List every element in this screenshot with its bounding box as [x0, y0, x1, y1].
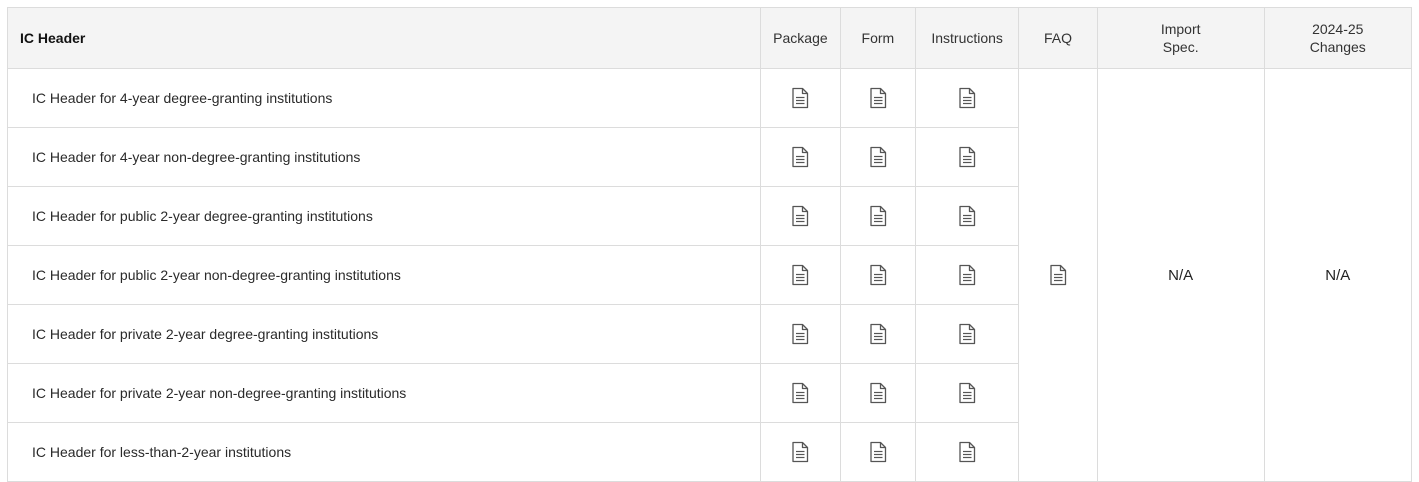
row-label: IC Header for public 2-year degree-grant…: [6, 186, 762, 246]
instructions-document-icon[interactable]: [958, 205, 976, 227]
package-document-icon[interactable]: [791, 382, 809, 404]
ic-header-forms-table: IC Header Package Form Instructions FAQ …: [6, 7, 1413, 482]
form-document-icon[interactable]: [869, 441, 887, 463]
instructions-cell: [914, 422, 1020, 482]
form-cell: [839, 186, 917, 246]
form-document-icon[interactable]: [869, 87, 887, 109]
import-spec-value: N/A: [1096, 68, 1265, 482]
package-cell: [760, 304, 841, 364]
form-cell: [839, 245, 917, 305]
package-document-icon[interactable]: [791, 441, 809, 463]
instructions-cell: [914, 68, 1020, 128]
form-cell: [839, 363, 917, 423]
package-document-icon[interactable]: [791, 323, 809, 345]
column-header-changes: 2024-25 Changes: [1263, 7, 1413, 69]
package-cell: [760, 363, 841, 423]
table-row: IC Header for 4-year degree-granting ins…: [6, 68, 1413, 482]
package-document-icon[interactable]: [791, 264, 809, 286]
form-document-icon[interactable]: [869, 146, 887, 168]
instructions-cell: [914, 363, 1020, 423]
form-cell: [839, 422, 917, 482]
column-header-package: Package: [760, 7, 841, 69]
instructions-cell: [914, 186, 1020, 246]
row-label: IC Header for private 2-year degree-gran…: [6, 304, 762, 364]
form-document-icon[interactable]: [869, 382, 887, 404]
row-label: IC Header for 4-year degree-granting ins…: [6, 68, 762, 128]
form-document-icon[interactable]: [869, 323, 887, 345]
column-header-form: Form: [839, 7, 917, 69]
form-cell: [839, 127, 917, 187]
instructions-document-icon[interactable]: [958, 87, 976, 109]
package-cell: [760, 68, 841, 128]
instructions-document-icon[interactable]: [958, 441, 976, 463]
column-header-instructions: Instructions: [914, 7, 1020, 69]
package-document-icon[interactable]: [791, 146, 809, 168]
package-cell: [760, 422, 841, 482]
form-document-icon[interactable]: [869, 264, 887, 286]
row-label: IC Header for less-than-2-year instituti…: [6, 422, 762, 482]
column-header-import-spec: Import Spec.: [1096, 7, 1265, 69]
row-label: IC Header for private 2-year non-degree-…: [6, 363, 762, 423]
row-label: IC Header for public 2-year non-degree-g…: [6, 245, 762, 305]
instructions-document-icon[interactable]: [958, 264, 976, 286]
package-document-icon[interactable]: [791, 205, 809, 227]
form-cell: [839, 304, 917, 364]
faq-document-icon[interactable]: [1049, 264, 1067, 286]
row-label: IC Header for 4-year non-degree-granting…: [6, 127, 762, 187]
instructions-cell: [914, 245, 1020, 305]
instructions-document-icon[interactable]: [958, 382, 976, 404]
changes-value: N/A: [1263, 68, 1413, 482]
package-cell: [760, 245, 841, 305]
form-document-icon[interactable]: [869, 205, 887, 227]
instructions-cell: [914, 304, 1020, 364]
faq-cell: [1018, 68, 1098, 482]
form-cell: [839, 68, 917, 128]
forms-table-container: IC Header Package Form Instructions FAQ …: [6, 7, 1413, 482]
instructions-document-icon[interactable]: [958, 146, 976, 168]
column-header-faq: FAQ: [1018, 7, 1098, 69]
instructions-cell: [914, 127, 1020, 187]
table-header-row: IC Header Package Form Instructions FAQ …: [6, 7, 1413, 69]
column-header-import-spec-label: Import Spec.: [1160, 21, 1201, 55]
instructions-document-icon[interactable]: [958, 323, 976, 345]
package-document-icon[interactable]: [791, 87, 809, 109]
column-header-changes-label: 2024-25 Changes: [1309, 21, 1366, 55]
table-body: IC Header for 4-year degree-granting ins…: [6, 68, 1413, 482]
package-cell: [760, 186, 841, 246]
package-cell: [760, 127, 841, 187]
column-header-title: IC Header: [6, 7, 762, 69]
